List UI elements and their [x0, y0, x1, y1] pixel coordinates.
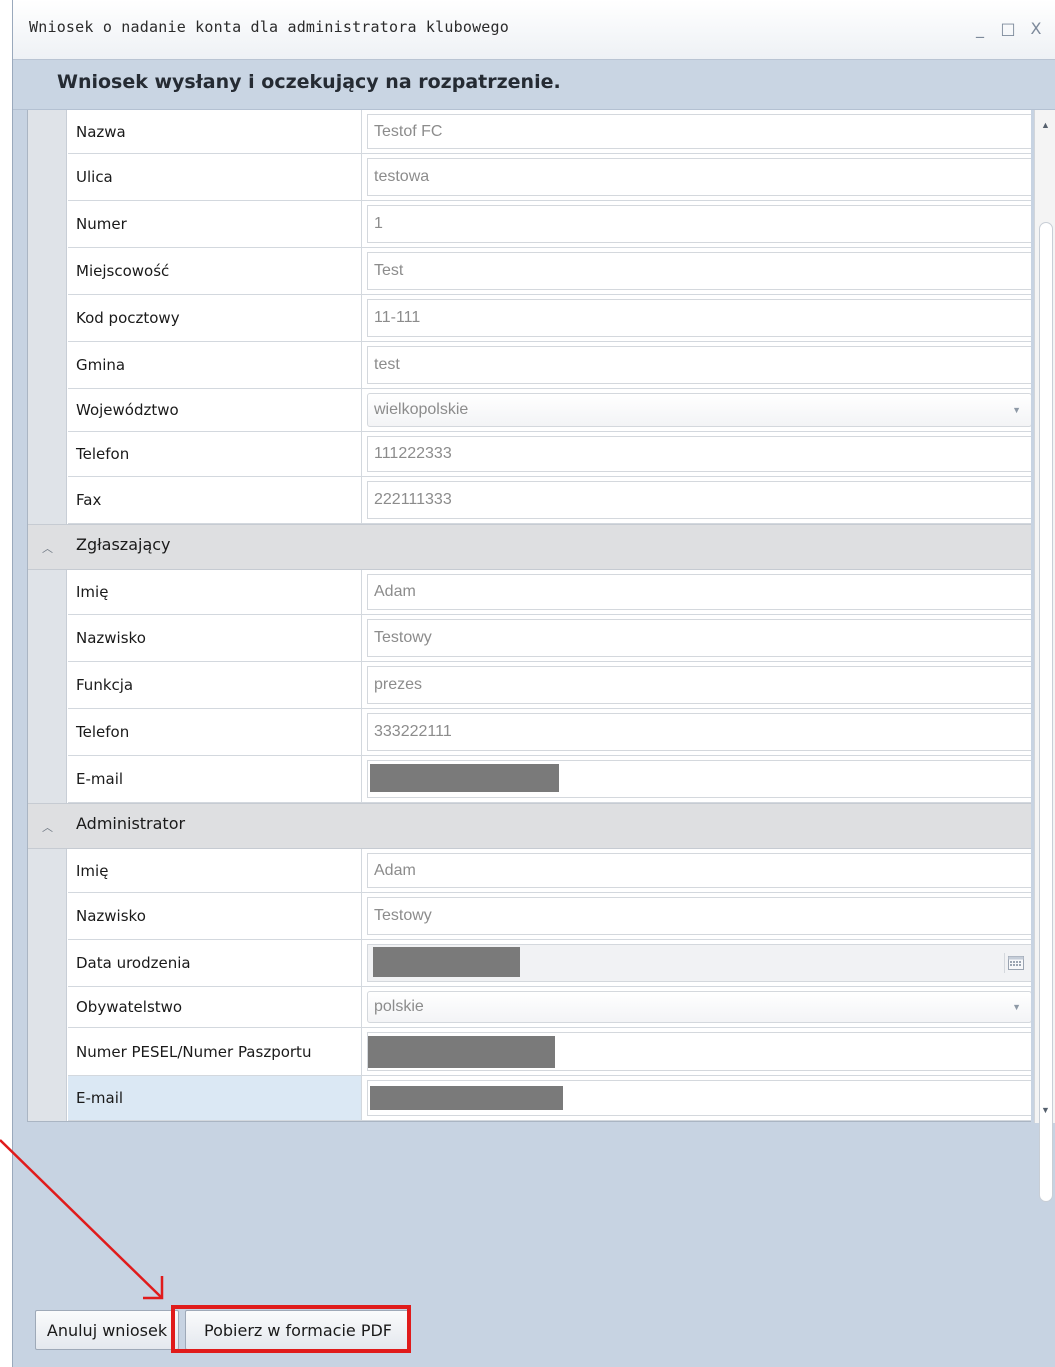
- row-label: Nazwa: [68, 110, 362, 153]
- row-label: Ulica: [68, 154, 362, 200]
- maximize-icon[interactable]: □: [996, 14, 1020, 44]
- kod-pocztowy-field[interactable]: 11-111: [367, 299, 1031, 337]
- caret-down-icon[interactable]: ▼: [1012, 405, 1021, 415]
- scroll-down-icon[interactable]: ▼: [1035, 1099, 1055, 1121]
- gmina-field[interactable]: test: [367, 346, 1031, 384]
- fax-field[interactable]: 222111333: [367, 481, 1031, 519]
- row-label: Kod pocztowy: [68, 295, 362, 341]
- group-header-zglaszajacy[interactable]: ︿ Zgłaszający: [28, 524, 1031, 570]
- property-grid: Nazwa Testof FC Ulica testowa Numer 1 Mi…: [27, 110, 1031, 1122]
- row-label: Funkcja: [68, 662, 362, 708]
- row-label: Miejscowość: [68, 248, 362, 294]
- grid-row-nazwisko: Nazwisko Testowy: [68, 615, 1031, 662]
- grid-row-numer: Numer 1: [68, 201, 1031, 248]
- admin-nazwisko-field[interactable]: Testowy: [367, 897, 1031, 935]
- grid-row-imie: Imię Adam: [68, 570, 1031, 615]
- miejscowosc-field[interactable]: Test: [367, 252, 1031, 290]
- nazwa-field[interactable]: Testof FC: [367, 114, 1031, 149]
- row-label: Nazwisko: [68, 893, 362, 939]
- grid-row-telefon: Telefon 333222111: [68, 709, 1031, 756]
- reporter-nazwisko-field[interactable]: Testowy: [367, 619, 1031, 657]
- grid-row-wojewodztwo: Województwo wielkopolskie ▼: [68, 389, 1031, 432]
- row-label: Imię: [68, 849, 362, 892]
- scroll-up-icon[interactable]: ▲: [1035, 114, 1055, 136]
- grid-row-ulica: Ulica testowa: [68, 154, 1031, 201]
- grid-gutter: [28, 110, 67, 1121]
- wojewodztwo-select[interactable]: wielkopolskie ▼: [367, 393, 1031, 427]
- cancel-request-button[interactable]: Anuluj wniosek: [35, 1310, 179, 1350]
- redacted-block: [370, 764, 559, 792]
- status-message: Wniosek wysłany i oczekujący na rozpatrz…: [57, 71, 561, 93]
- row-label: Telefon: [68, 432, 362, 476]
- telefon-field[interactable]: 111222333: [367, 436, 1031, 472]
- status-bar: Wniosek wysłany i oczekujący na rozpatrz…: [13, 60, 1055, 110]
- grid-row-miejscowosc: Miejscowość Test: [68, 248, 1031, 295]
- vertical-scrollbar[interactable]: ▲ ▼: [1034, 110, 1055, 1202]
- row-label: Data urodzenia: [68, 940, 362, 986]
- reporter-funkcja-field[interactable]: prezes: [367, 666, 1031, 704]
- row-label: Numer: [68, 201, 362, 247]
- window-controls: _ □ X: [966, 14, 1055, 44]
- row-label: Województwo: [68, 389, 362, 431]
- row-label: Obywatelstwo: [68, 987, 362, 1027]
- grid-row-telefon: Telefon 111222333: [68, 432, 1031, 477]
- dialog-titlebar[interactable]: Wniosek o nadanie konta dla administrato…: [13, 0, 1055, 60]
- redacted-block: [370, 1086, 563, 1110]
- obywatelstwo-value: polskie: [374, 998, 424, 1015]
- close-icon[interactable]: X: [1024, 14, 1048, 44]
- dialog-title: Wniosek o nadanie konta dla administrato…: [29, 18, 509, 36]
- grid-row-kod-pocztowy: Kod pocztowy 11-111: [68, 295, 1031, 342]
- grid-row-nazwisko: Nazwisko Testowy: [68, 893, 1031, 940]
- calendar-icon[interactable]: [1004, 953, 1027, 973]
- minimize-icon[interactable]: _: [968, 14, 992, 44]
- caret-down-icon[interactable]: ▼: [1012, 1002, 1021, 1012]
- reporter-telefon-field[interactable]: 333222111: [367, 713, 1031, 751]
- grid-row-obywatelstwo: Obywatelstwo polskie ▼: [68, 987, 1031, 1028]
- grid-row-funkcja: Funkcja prezes: [68, 662, 1031, 709]
- obywatelstwo-select[interactable]: polskie ▼: [367, 991, 1031, 1023]
- group-label: Zgłaszający: [76, 535, 171, 554]
- grid-row-nazwa: Nazwa Testof FC: [68, 110, 1031, 154]
- row-label: Telefon: [68, 709, 362, 755]
- download-pdf-button[interactable]: Pobierz w formacie PDF: [185, 1310, 411, 1350]
- grid-row-email-selected: E-mail: [68, 1076, 1031, 1121]
- scroll-thumb[interactable]: [1039, 222, 1053, 1202]
- ulica-field[interactable]: testowa: [367, 158, 1031, 196]
- chevron-up-icon[interactable]: ︿: [42, 819, 53, 835]
- wojewodztwo-value: wielkopolskie: [374, 401, 469, 418]
- page: Wniosek o nadanie konta dla administrato…: [0, 0, 1055, 1367]
- group-header-administrator[interactable]: ︿ Administrator: [28, 803, 1031, 849]
- chevron-up-icon[interactable]: ︿: [42, 540, 53, 556]
- reporter-imie-field[interactable]: Adam: [367, 574, 1031, 610]
- row-label: E-mail: [68, 756, 362, 802]
- numer-field[interactable]: 1: [367, 205, 1031, 243]
- grid-row-imie: Imię Adam: [68, 849, 1031, 893]
- grid-row-pesel: Numer PESEL/Numer Paszportu: [68, 1028, 1031, 1076]
- grid-row-email: E-mail: [68, 756, 1031, 803]
- dialog-window: Wniosek o nadanie konta dla administrato…: [12, 0, 1055, 1367]
- row-label: Gmina: [68, 342, 362, 388]
- redacted-block: [368, 1036, 555, 1068]
- grid-row-data-urodzenia: Data urodzenia: [68, 940, 1031, 987]
- group-label: Administrator: [76, 814, 186, 833]
- row-label: E-mail: [68, 1076, 362, 1120]
- row-label: Imię: [68, 570, 362, 614]
- row-label: Numer PESEL/Numer Paszportu: [68, 1028, 362, 1075]
- row-label: Nazwisko: [68, 615, 362, 661]
- grid-row-gmina: Gmina test: [68, 342, 1031, 389]
- redacted-block: [373, 947, 520, 977]
- grid-row-fax: Fax 222111333: [68, 477, 1031, 524]
- row-label: Fax: [68, 477, 362, 523]
- admin-imie-field[interactable]: Adam: [367, 853, 1031, 888]
